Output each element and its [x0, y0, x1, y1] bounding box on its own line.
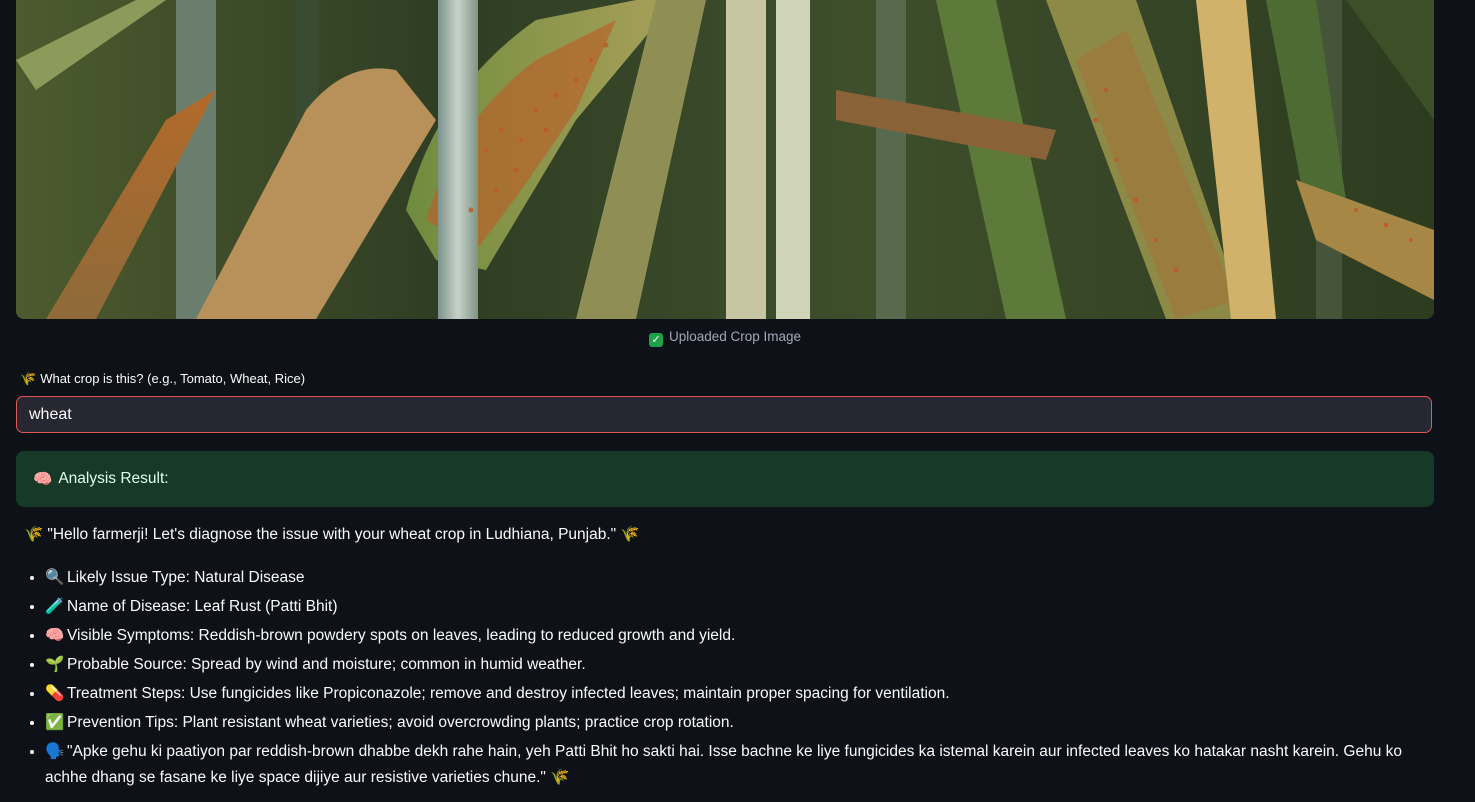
- scrollbar[interactable]: [1467, 0, 1475, 802]
- list-item: 🌱Probable Source: Spread by wind and moi…: [45, 652, 1445, 678]
- list-item: 💊Treatment Steps: Use fungicides like Pr…: [45, 681, 1445, 707]
- finding-text: Name of Disease: Leaf Rust (Patti Bhit): [67, 598, 338, 615]
- crop-input[interactable]: [16, 396, 1432, 433]
- finding-text: Treatment Steps: Use fungicides like Pro…: [67, 685, 950, 702]
- caption-text: Uploaded Crop Image: [668, 329, 802, 344]
- greeting-line: 🌾 "Hello farmerji! Let's diagnose the iss…: [20, 525, 643, 544]
- seedling-icon: 🌱: [45, 656, 65, 673]
- crop-input-label-text: What crop is this? (e.g., Tomato, Wheat,…: [40, 371, 306, 386]
- streamlit-app: ✓ Uploaded Crop Image 🌾 What crop is this?…: [0, 0, 1475, 802]
- analysis-result-banner: 🧠 Analysis Result:: [16, 451, 1434, 507]
- crop-photo: [16, 0, 1434, 319]
- test-tube-icon: 🧪: [45, 598, 65, 615]
- finding-text: Likely Issue Type: Natural Disease: [67, 569, 305, 586]
- wheat-icon: 🌾: [550, 769, 570, 786]
- wheat-icon: 🌾: [24, 526, 44, 543]
- list-item: 🧪Name of Disease: Leaf Rust (Patti Bhit): [45, 594, 1445, 620]
- findings-list: 🔍Likely Issue Type: Natural Disease 🧪Nam…: [16, 565, 1445, 794]
- list-item: 🔍Likely Issue Type: Natural Disease: [45, 565, 1445, 591]
- check-box-icon: ✓: [648, 333, 663, 347]
- finding-text: "Apke gehu ki paatiyon par reddish-brown…: [45, 743, 1402, 786]
- wheat-icon: 🌾: [620, 526, 640, 543]
- brain-icon: 🧠: [45, 627, 65, 644]
- wheat-icon: 🌾: [20, 371, 37, 386]
- greeting-text: "Hello farmerji! Let's diagnose the issu…: [47, 526, 617, 543]
- pill-icon: 💊: [45, 685, 65, 702]
- magnifier-icon: 🔍: [45, 569, 65, 586]
- finding-text: Probable Source: Spread by wind and mois…: [67, 656, 586, 673]
- brain-icon: 🧠: [33, 470, 53, 488]
- check-mark-icon: ✅: [45, 714, 65, 731]
- image-caption: ✓ Uploaded Crop Image: [16, 329, 1434, 347]
- finding-text: Visible Symptoms: Reddish-brown powdery …: [67, 627, 736, 644]
- finding-text: Prevention Tips: Plant resistant wheat v…: [67, 714, 734, 731]
- speaking-head-icon: 🗣️: [45, 743, 65, 760]
- uploaded-crop-image: [16, 0, 1434, 319]
- list-item: 🗣️"Apke gehu ki paatiyon par reddish-bro…: [45, 739, 1445, 791]
- list-item: ✅Prevention Tips: Plant resistant wheat …: [45, 710, 1445, 736]
- analysis-result-title: Analysis Result:: [58, 470, 169, 487]
- list-item: 🧠Visible Symptoms: Reddish-brown powdery…: [45, 623, 1445, 649]
- crop-input-label: 🌾 What crop is this? (e.g., Tomato, Wheat…: [20, 371, 305, 387]
